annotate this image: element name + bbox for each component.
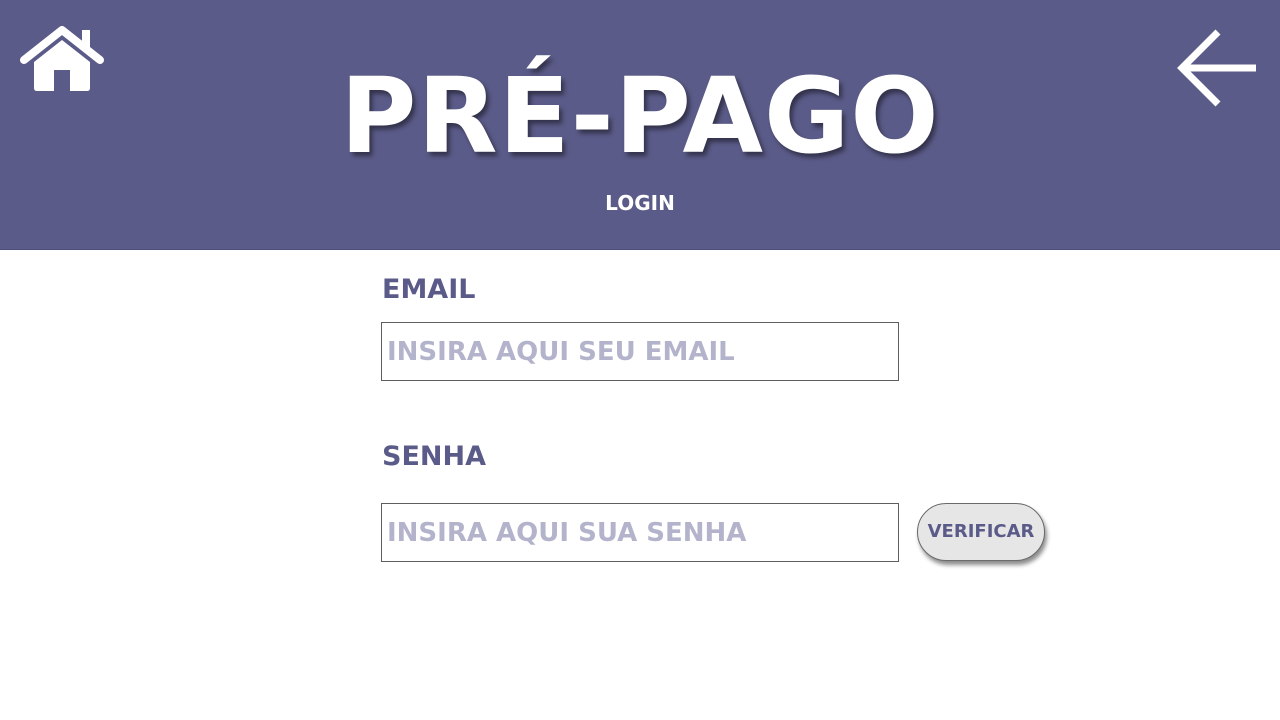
- email-field[interactable]: [381, 322, 899, 381]
- verify-button[interactable]: VERIFICAR: [917, 503, 1045, 561]
- password-field[interactable]: [381, 503, 899, 562]
- page-title: PRÉ-PAGO: [340, 55, 940, 177]
- back-button[interactable]: [1176, 26, 1262, 110]
- page-subtitle: LOGIN: [605, 191, 675, 215]
- password-label: SENHA: [382, 441, 486, 472]
- email-label: EMAIL: [382, 274, 476, 305]
- arrow-left-icon: [1177, 29, 1256, 107]
- header-bar: PRÉ-PAGO LOGIN: [0, 0, 1280, 250]
